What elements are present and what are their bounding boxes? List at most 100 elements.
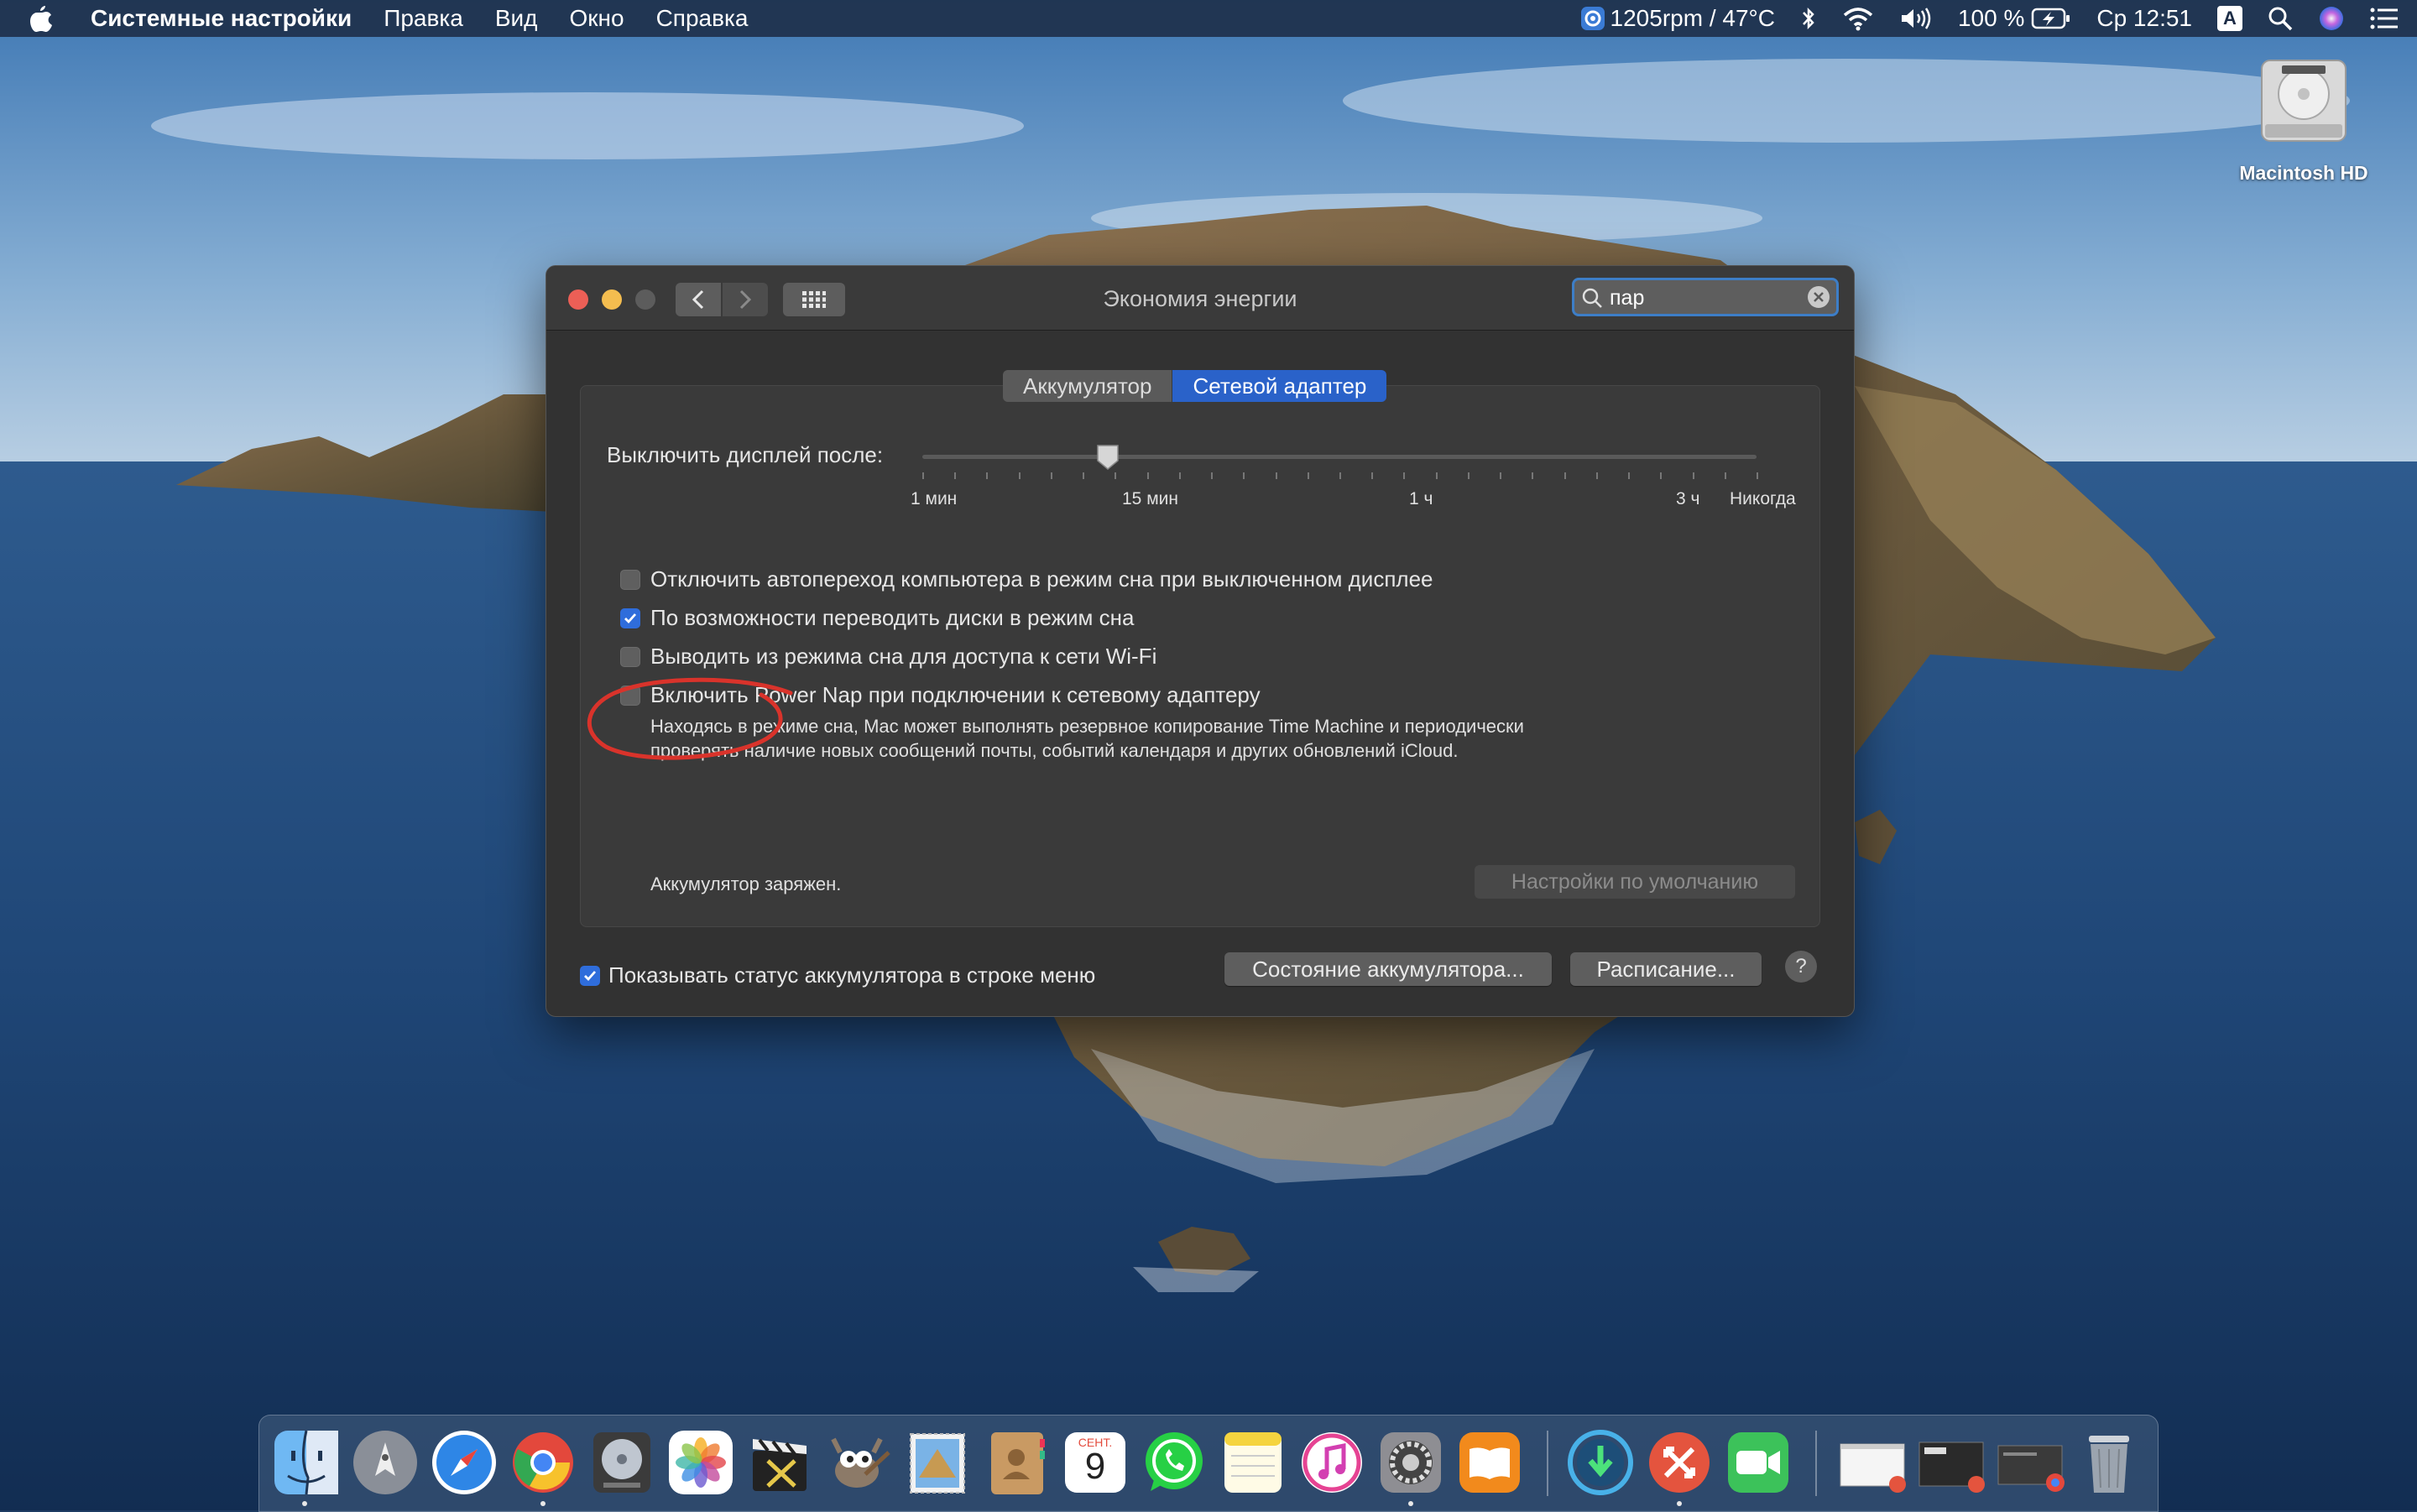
slider-tick xyxy=(1435,472,1438,479)
checkbox[interactable] xyxy=(620,646,640,667)
dock-calendar-icon[interactable]: СЕНТ. 9 xyxy=(1060,1427,1130,1498)
menu-bar: Системные настройки Правка Вид Окно Спра… xyxy=(0,0,2417,37)
dock-minimized-window-1[interactable] xyxy=(1837,1427,1908,1498)
dock-minimized-window-2[interactable] xyxy=(1916,1427,1986,1498)
window-titlebar[interactable]: Экономия энергии xyxy=(546,266,1854,331)
slider-tick xyxy=(1403,472,1406,479)
battery-item[interactable]: 100 % xyxy=(1958,5,2071,32)
schedule-button[interactable]: Расписание... xyxy=(1570,952,1762,986)
siri-icon[interactable] xyxy=(2318,5,2345,32)
restore-defaults-button[interactable]: Настройки по умолчанию xyxy=(1475,865,1795,899)
dock-running-indicator xyxy=(302,1501,307,1506)
wifi-icon[interactable] xyxy=(1842,6,1874,31)
option-wake-wifi[interactable]: Выводить из режима сна для доступа к сет… xyxy=(620,644,1156,670)
input-source-icon[interactable]: A xyxy=(2217,6,2242,31)
slider-tick xyxy=(1146,472,1149,479)
tab-battery[interactable]: Аккумулятор xyxy=(1003,370,1173,402)
menu-edit[interactable]: Правка xyxy=(384,5,463,32)
slider-knob[interactable] xyxy=(1096,444,1120,471)
slider-tick xyxy=(954,472,957,479)
annotation-circle xyxy=(587,677,793,760)
energy-saver-window: Экономия энергии Аккумулятор Сетевой ада… xyxy=(546,265,1855,1017)
menu-app-name[interactable]: Системные настройки xyxy=(91,5,352,32)
tick-label-1h: 1 ч xyxy=(1409,489,1433,508)
dock-chrome-icon[interactable] xyxy=(508,1427,578,1498)
fan-status-item[interactable]: 1205rpm / 47°C xyxy=(1580,5,1775,32)
dock-trash-icon[interactable] xyxy=(2074,1427,2144,1498)
bluetooth-icon[interactable] xyxy=(1800,6,1817,31)
search-input[interactable] xyxy=(1608,284,1796,312)
dock-running-indicator xyxy=(540,1501,546,1506)
checkbox-checked[interactable] xyxy=(620,607,640,628)
slider-tick xyxy=(1307,472,1309,479)
clear-search-icon[interactable] xyxy=(1808,286,1830,308)
menu-view[interactable]: Вид xyxy=(495,5,538,32)
search-icon xyxy=(1582,288,1602,308)
slider-tick xyxy=(922,472,924,479)
tab-power-adapter[interactable]: Сетевой адаптер xyxy=(1172,370,1387,402)
checkbox-checked[interactable] xyxy=(580,965,600,986)
volume-icon[interactable] xyxy=(1899,6,1933,31)
dock-running-indicator xyxy=(1408,1501,1413,1506)
dock-remote-desktop-icon[interactable] xyxy=(1644,1427,1715,1498)
slider-tick xyxy=(1595,472,1598,479)
battery-charging-icon xyxy=(2031,8,2071,29)
notification-center-icon[interactable] xyxy=(2370,8,2399,29)
desktop-disk-label: Macintosh HD xyxy=(2239,162,2368,184)
dock-finder-icon[interactable] xyxy=(271,1427,342,1498)
slider-tick xyxy=(1660,472,1663,479)
clock[interactable]: Ср 12:51 xyxy=(2096,5,2192,32)
slider-tick xyxy=(1692,472,1694,479)
help-button[interactable]: ? xyxy=(1785,951,1817,983)
slider-tick xyxy=(1500,472,1502,479)
slider-tick xyxy=(1275,472,1277,479)
apple-menu-icon[interactable] xyxy=(29,4,65,33)
display-off-label: Выключить дисплей после: xyxy=(607,442,884,467)
battery-status-text: Аккумулятор заряжен. xyxy=(650,873,842,894)
battery-percent: 100 % xyxy=(1957,5,2025,31)
option-disk-sleep[interactable]: По возможности переводить диски в режим … xyxy=(620,605,1134,631)
menu-help[interactable]: Справка xyxy=(656,5,749,32)
dock-separator xyxy=(1547,1431,1548,1496)
slider-tick xyxy=(1467,472,1470,479)
spotlight-icon[interactable] xyxy=(2268,6,2293,31)
slider-tick xyxy=(1050,472,1052,479)
dock-downloader-icon[interactable] xyxy=(1565,1427,1636,1498)
option-show-battery-status[interactable]: Показывать статус аккумулятора в строке … xyxy=(580,962,1095,988)
slider-tick xyxy=(1371,472,1374,479)
display-off-slider[interactable] xyxy=(922,455,1757,459)
dock-contacts-icon[interactable] xyxy=(981,1427,1052,1498)
dock-music-icon[interactable] xyxy=(1297,1427,1367,1498)
option-prevent-sleep[interactable]: Отключить автопереход компьютера в режим… xyxy=(620,566,1433,592)
checkbox[interactable] xyxy=(620,569,640,590)
dock-minimized-window-3[interactable] xyxy=(1995,1427,2065,1498)
menu-window[interactable]: Окно xyxy=(569,5,624,32)
dock-safari-icon[interactable] xyxy=(429,1427,499,1498)
slider-tick xyxy=(1243,472,1245,479)
fan-icon xyxy=(1580,6,1605,31)
dock-facetime-icon[interactable] xyxy=(1723,1427,1793,1498)
search-field[interactable] xyxy=(1572,278,1839,316)
dock-whatsapp-icon[interactable] xyxy=(1139,1427,1209,1498)
tick-label-1min: 1 мин xyxy=(911,489,958,508)
dock-gimp-icon[interactable] xyxy=(823,1427,894,1498)
slider-tick xyxy=(1211,472,1214,479)
dock-books-icon[interactable] xyxy=(1454,1427,1525,1498)
checkmark-icon xyxy=(584,970,597,981)
dock-notes-icon[interactable] xyxy=(1218,1427,1288,1498)
dock-system-preferences-icon[interactable] xyxy=(1376,1427,1446,1498)
dock-separator xyxy=(1815,1431,1817,1496)
dock-final-cut-icon[interactable] xyxy=(744,1427,815,1498)
slider-tick xyxy=(1339,472,1341,479)
dock-photos-icon[interactable] xyxy=(666,1427,736,1498)
calendar-day: 9 xyxy=(1084,1446,1106,1487)
slider-tick xyxy=(1628,472,1631,479)
dock-mail-icon[interactable] xyxy=(902,1427,973,1498)
battery-health-button[interactable]: Состояние аккумулятора... xyxy=(1224,952,1552,986)
dock-launchpad-icon[interactable] xyxy=(350,1427,420,1498)
desktop-disk-icon[interactable]: Macintosh HD xyxy=(2232,52,2375,185)
dock-running-indicator xyxy=(1677,1501,1682,1506)
tick-label-3h: 3 ч xyxy=(1676,489,1700,508)
slider-tick xyxy=(1757,472,1758,479)
dock-disk-utility-icon[interactable] xyxy=(587,1427,657,1498)
